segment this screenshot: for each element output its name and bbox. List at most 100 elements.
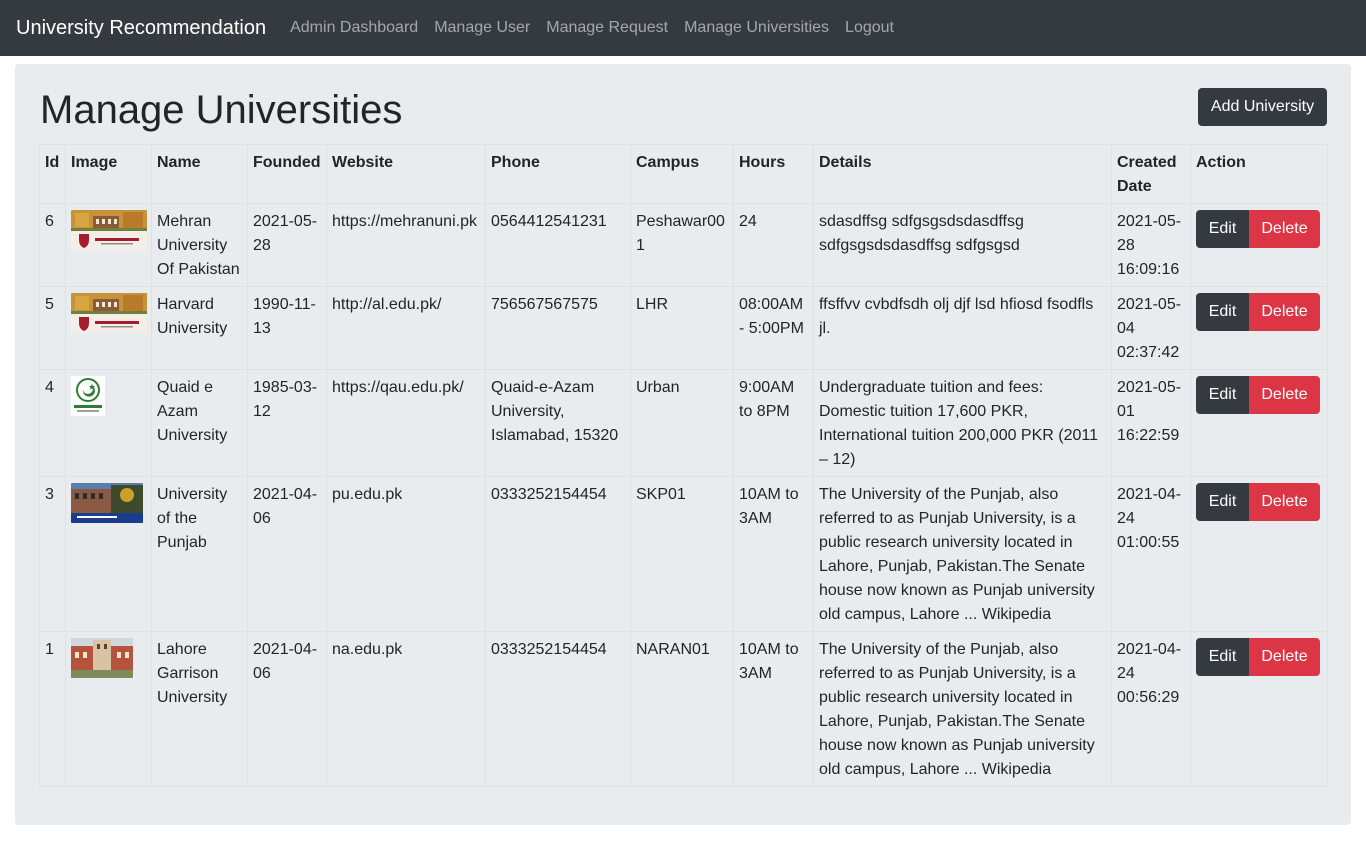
university-image [71, 483, 143, 523]
header-image: Image [65, 144, 152, 204]
table-row: 4 Quaid e Azam University 1985-03-12 htt… [39, 369, 1328, 477]
cell-created-date: 2021-05-01 16:22:59 [1111, 369, 1191, 477]
header-phone: Phone [485, 144, 631, 204]
cell-created-date: 2021-05-04 02:37:42 [1111, 286, 1191, 370]
nav-link-manage-user[interactable]: Manage User [426, 19, 538, 37]
table-row: 5 Harvard University 1990-11-13 http://a… [39, 286, 1328, 370]
cell-action: Edit Delete [1190, 631, 1328, 787]
header-founded: Founded [247, 144, 327, 204]
cell-name: Lahore Garrison University [151, 631, 248, 787]
edit-button[interactable]: Edit [1196, 638, 1249, 676]
cell-phone: 0564412541231 [485, 203, 631, 287]
cell-campus: SKP01 [630, 476, 734, 632]
navbar-brand[interactable]: University Recommendation [16, 17, 266, 40]
edit-button[interactable]: Edit [1196, 210, 1249, 248]
cell-details: sdasdffsg sdfgsgsdsdasdffsg sdfgsgsdsdas… [813, 203, 1112, 287]
nav-link-admin-dashboard[interactable]: Admin Dashboard [282, 19, 426, 37]
table-row: 6 Mehran University Of Pakistan 2021-05-… [39, 203, 1328, 287]
header-website: Website [326, 144, 486, 204]
cell-website: pu.edu.pk [326, 476, 486, 632]
main-panel: Manage Universities Add University Id Im… [15, 64, 1351, 825]
header-id: Id [39, 144, 66, 204]
cell-campus: NARAN01 [630, 631, 734, 787]
action-buttons: Edit Delete [1196, 293, 1322, 331]
table-row: 3 University of the Punjab 2021-04-06 pu… [39, 476, 1328, 632]
cell-founded: 1990-11-13 [247, 286, 327, 370]
cell-website: http://al.edu.pk/ [326, 286, 486, 370]
cell-id: 1 [39, 631, 66, 787]
cell-founded: 2021-04-06 [247, 631, 327, 787]
header-name: Name [151, 144, 248, 204]
cell-name: Mehran University Of Pakistan [151, 203, 248, 287]
delete-button[interactable]: Delete [1249, 293, 1320, 331]
nav-link-manage-request[interactable]: Manage Request [538, 19, 676, 37]
add-university-button[interactable]: Add University [1198, 88, 1327, 126]
cell-phone: 0333252154454 [485, 476, 631, 632]
cell-hours: 08:00AM - 5:00PM [733, 286, 814, 370]
cell-name: University of the Punjab [151, 476, 248, 632]
cell-created-date: 2021-05-28 16:09:16 [1111, 203, 1191, 287]
university-image [71, 638, 133, 678]
nav-link-manage-universities[interactable]: Manage Universities [676, 19, 837, 37]
cell-hours: 10AM to 3AM [733, 631, 814, 787]
universities-table: Id Image Name Founded Website Phone Camp… [39, 144, 1328, 787]
cell-id: 6 [39, 203, 66, 287]
cell-image [65, 369, 152, 477]
cell-founded: 1985-03-12 [247, 369, 327, 477]
cell-image [65, 286, 152, 370]
cell-image [65, 203, 152, 287]
cell-campus: Peshawar001 [630, 203, 734, 287]
delete-button[interactable]: Delete [1249, 376, 1320, 414]
cell-website: https://qau.edu.pk/ [326, 369, 486, 477]
action-buttons: Edit Delete [1196, 376, 1322, 414]
header-created-date: Created Date [1111, 144, 1191, 204]
cell-founded: 2021-05-28 [247, 203, 327, 287]
cell-hours: 9:00AM to 8PM [733, 369, 814, 477]
cell-image [65, 631, 152, 787]
top-navbar: University Recommendation Admin Dashboar… [0, 0, 1366, 56]
cell-website: na.edu.pk [326, 631, 486, 787]
header-campus: Campus [630, 144, 734, 204]
cell-id: 3 [39, 476, 66, 632]
action-buttons: Edit Delete [1196, 638, 1322, 676]
cell-action: Edit Delete [1190, 286, 1328, 370]
edit-button[interactable]: Edit [1196, 293, 1249, 331]
table-row: 1 Lahore Garrison University 2021-04-06 … [39, 631, 1328, 787]
cell-phone: 0333252154454 [485, 631, 631, 787]
cell-details: The University of the Punjab, also refer… [813, 476, 1112, 632]
cell-name: Harvard University [151, 286, 248, 370]
cell-phone: Quaid-e-Azam University, Islamabad, 1532… [485, 369, 631, 477]
university-image [71, 376, 105, 416]
cell-campus: LHR [630, 286, 734, 370]
page-title: Manage Universities [40, 88, 403, 132]
cell-details: Undergraduate tuition and fees: Domestic… [813, 369, 1112, 477]
cell-action: Edit Delete [1190, 369, 1328, 477]
action-buttons: Edit Delete [1196, 483, 1322, 521]
table-header-row: Id Image Name Founded Website Phone Camp… [39, 144, 1328, 204]
cell-action: Edit Delete [1190, 476, 1328, 632]
delete-button[interactable]: Delete [1249, 638, 1320, 676]
cell-id: 5 [39, 286, 66, 370]
edit-button[interactable]: Edit [1196, 483, 1249, 521]
delete-button[interactable]: Delete [1249, 483, 1320, 521]
cell-id: 4 [39, 369, 66, 477]
cell-created-date: 2021-04-24 01:00:55 [1111, 476, 1191, 632]
cell-image [65, 476, 152, 632]
action-buttons: Edit Delete [1196, 210, 1322, 248]
cell-name: Quaid e Azam University [151, 369, 248, 477]
header-details: Details [813, 144, 1112, 204]
header-hours: Hours [733, 144, 814, 204]
cell-details: ffsffvv cvbdfsdh olj djf lsd hfiosd fsod… [813, 286, 1112, 370]
cell-hours: 24 [733, 203, 814, 287]
cell-founded: 2021-04-06 [247, 476, 327, 632]
nav-link-logout[interactable]: Logout [837, 19, 902, 37]
delete-button[interactable]: Delete [1249, 210, 1320, 248]
university-image [71, 293, 147, 333]
cell-action: Edit Delete [1190, 203, 1328, 287]
header-action: Action [1190, 144, 1328, 204]
cell-phone: 756567567575 [485, 286, 631, 370]
cell-website: https://mehranuni.pk [326, 203, 486, 287]
edit-button[interactable]: Edit [1196, 376, 1249, 414]
cell-details: The University of the Punjab, also refer… [813, 631, 1112, 787]
university-image [71, 210, 147, 250]
